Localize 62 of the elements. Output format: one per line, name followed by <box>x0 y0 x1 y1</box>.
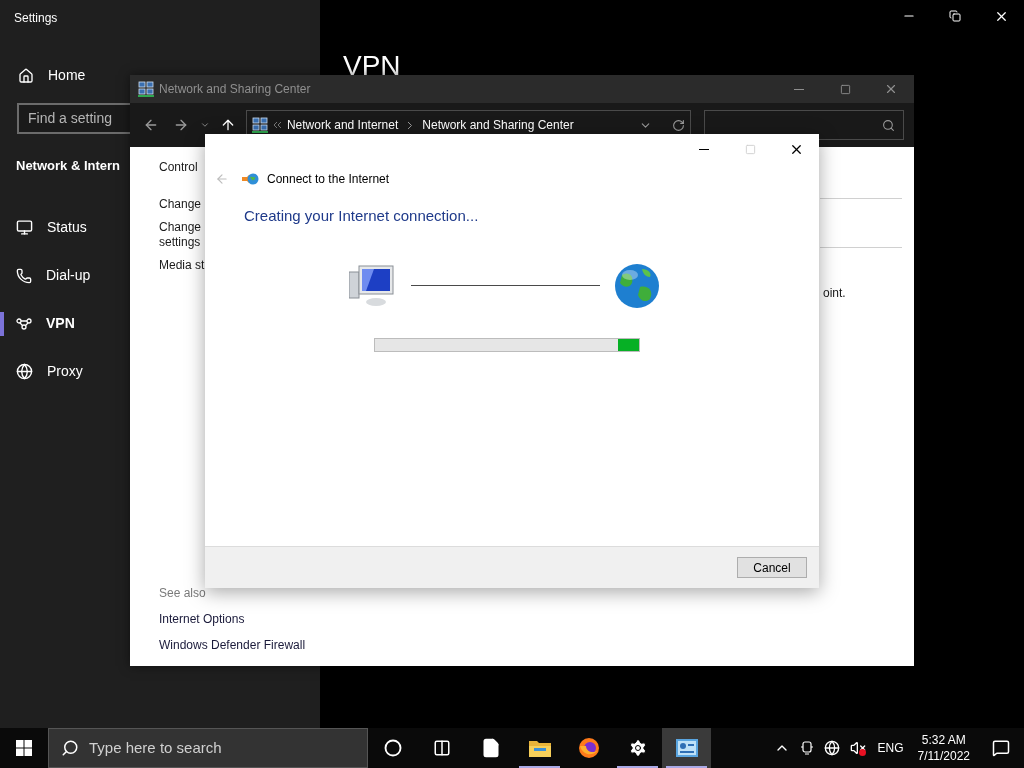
body-text: oint. <box>823 285 846 302</box>
search-icon <box>61 739 79 757</box>
side-link[interactable]: Change settings <box>159 220 205 250</box>
maximize-icon <box>839 83 851 95</box>
taskbar-button[interactable] <box>662 728 711 768</box>
notification-icon[interactable] <box>992 739 1010 757</box>
circle-icon[interactable] <box>383 739 402 757</box>
dialog-heading: Creating your Internet connection... <box>244 206 480 226</box>
date-text: 7/11/2022 <box>917 748 970 764</box>
task-view-icon[interactable] <box>432 739 451 757</box>
control-panel-icon[interactable] <box>675 739 698 757</box>
monitor-icon <box>16 219 33 236</box>
globe-icon <box>242 172 259 186</box>
double-chevron-icon <box>273 122 281 128</box>
nav-item[interactable]: VPN <box>16 313 75 334</box>
network-icon[interactable] <box>824 740 841 756</box>
dialog-title: Connect to the Internet <box>267 171 390 188</box>
caret-icon[interactable] <box>200 120 210 130</box>
restore-icon <box>949 10 961 22</box>
network-icon <box>138 81 154 97</box>
side-link[interactable]: Change <box>159 197 205 212</box>
muted-speaker-icon[interactable] <box>850 740 867 756</box>
page-title: VPN <box>343 52 401 80</box>
settings-icon[interactable] <box>627 738 648 758</box>
window-title: Settings <box>14 10 59 27</box>
search-field[interactable]: Find a setting <box>17 103 130 134</box>
minimize-icon <box>794 88 804 90</box>
vpn-icon <box>16 317 32 330</box>
globe-icon <box>614 262 660 309</box>
side-link[interactable]: Control <box>159 160 205 175</box>
phone-icon <box>16 267 32 284</box>
cancel-button[interactable]: Cancel <box>737 557 807 578</box>
home-link[interactable]: Home <box>18 65 86 86</box>
folder-icon[interactable] <box>528 739 551 757</box>
search-placeholder: Type here to search <box>89 737 222 758</box>
globe-icon <box>16 363 33 380</box>
breadcrumb-item[interactable]: Network and Sharing Center <box>422 116 574 134</box>
device-icon[interactable] <box>800 740 815 756</box>
firefox-icon[interactable] <box>577 737 600 759</box>
link[interactable]: Windows Defender Firewall <box>159 636 306 654</box>
search-icon <box>882 118 895 132</box>
refresh-icon[interactable] <box>672 118 686 132</box>
time-text: 5:32 AM <box>921 732 966 748</box>
nav-item[interactable]: Proxy <box>16 361 83 382</box>
windows-icon <box>16 740 32 756</box>
window-title: Network and Sharing Center <box>159 81 311 98</box>
taskbar-search-field[interactable]: Type here to search <box>48 728 368 768</box>
minimize-icon <box>699 148 709 150</box>
section-heading: Network & Intern <box>16 157 120 175</box>
maximize-icon <box>744 143 756 155</box>
side-link[interactable]: Media st <box>159 258 205 273</box>
network-icon <box>251 117 268 133</box>
close-icon <box>884 82 898 96</box>
breadcrumb-item[interactable]: Network and Internet <box>286 116 399 134</box>
computer-icon <box>349 263 397 308</box>
nav-item[interactable]: Status <box>16 217 87 238</box>
section-label: See also <box>159 585 207 602</box>
home-icon <box>18 67 34 84</box>
language-indicator[interactable]: ENG <box>877 739 904 757</box>
nav-item[interactable]: Dial-up <box>16 265 91 286</box>
link[interactable]: Internet Options <box>159 610 306 628</box>
chevron-icon <box>408 121 413 129</box>
